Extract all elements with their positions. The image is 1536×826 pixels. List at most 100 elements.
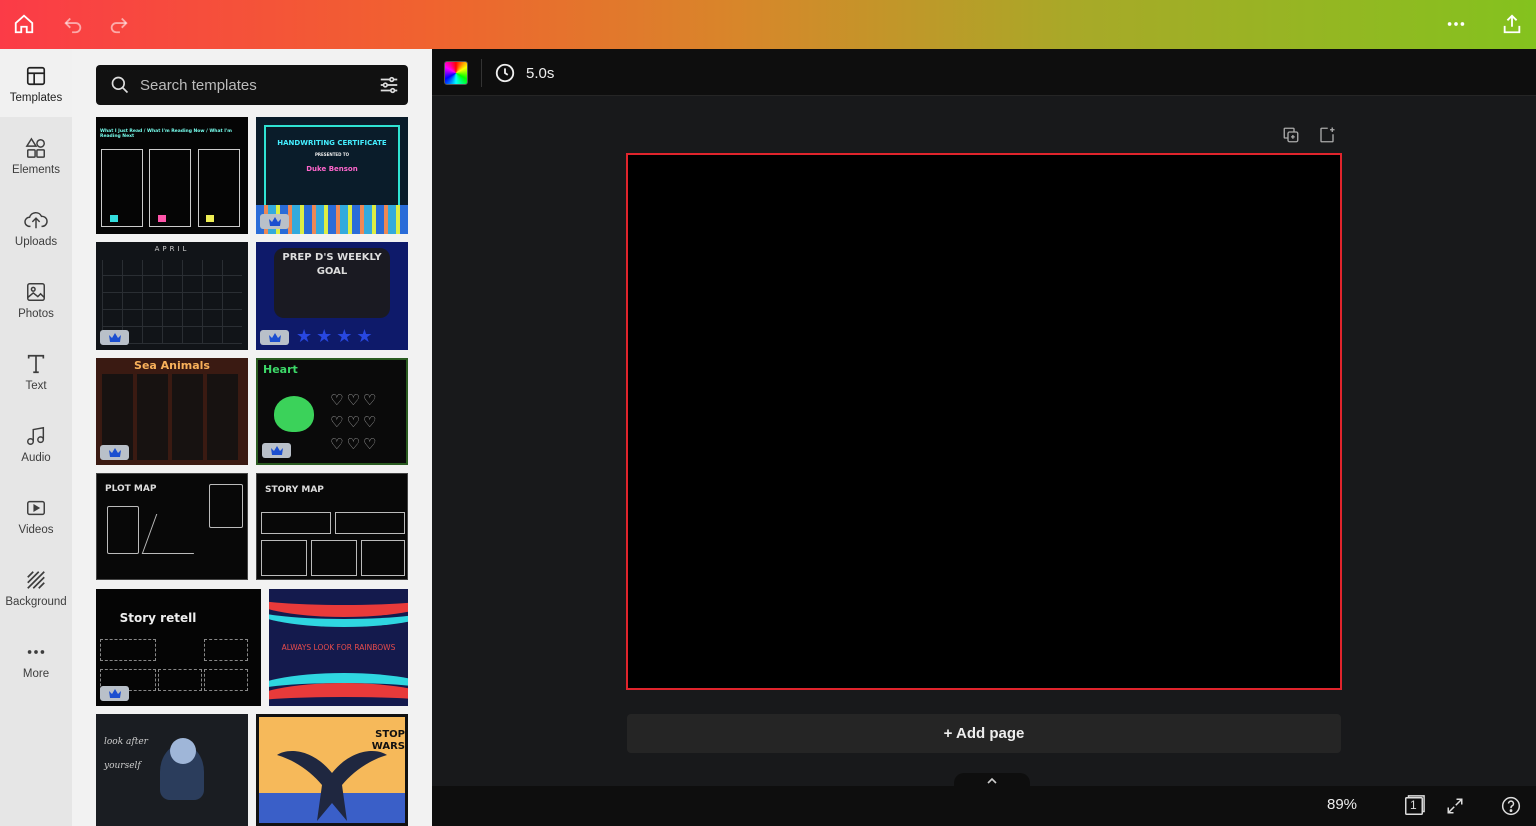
color-picker-button[interactable] bbox=[444, 61, 468, 85]
editor-area: 5.0s + Add page 89% 1 bbox=[432, 49, 1536, 826]
premium-badge bbox=[260, 330, 289, 345]
fullscreen-button[interactable] bbox=[1442, 794, 1468, 818]
crown-icon bbox=[268, 217, 281, 226]
template-card[interactable]: look after yourself bbox=[96, 714, 248, 826]
background-icon bbox=[27, 571, 45, 589]
template-card[interactable]: Sea Animals bbox=[96, 358, 248, 465]
template-card[interactable]: PREP D'S WEEKLY GOAL ★★★★ bbox=[256, 242, 408, 350]
help-icon bbox=[1501, 796, 1521, 816]
template-card[interactable]: Story retell bbox=[96, 589, 261, 706]
sidebar-item-audio[interactable]: Audio bbox=[0, 409, 72, 477]
help-button[interactable] bbox=[1498, 794, 1524, 818]
sidebar-item-photos[interactable]: Photos bbox=[0, 265, 72, 333]
sidebar-item-label: Templates bbox=[9, 92, 63, 104]
share-button[interactable] bbox=[1495, 8, 1529, 40]
template-title: HANDWRITING CERTIFICATE bbox=[277, 139, 387, 147]
template-card[interactable]: PLOT MAP bbox=[96, 473, 248, 580]
crown-icon bbox=[108, 448, 121, 457]
add-page-icon bbox=[1320, 127, 1335, 143]
template-card[interactable]: STOP WARS bbox=[256, 714, 408, 826]
photos-icon bbox=[27, 283, 45, 301]
page-count-button[interactable]: 1 bbox=[1401, 794, 1427, 818]
clock-icon bbox=[495, 63, 515, 83]
undo-button[interactable] bbox=[56, 8, 90, 40]
template-card[interactable]: APRIL bbox=[96, 242, 248, 350]
templates-icon bbox=[26, 66, 46, 86]
template-card[interactable]: HANDWRITING CERTIFICATE PRESENTED TO Duk… bbox=[256, 117, 408, 234]
home-icon bbox=[14, 14, 34, 34]
template-title: PLOT MAP bbox=[105, 484, 157, 494]
template-title: STORY MAP bbox=[265, 485, 324, 495]
premium-badge bbox=[100, 445, 129, 460]
templates-panel: What I Just Read / What I'm Reading Now … bbox=[72, 49, 432, 826]
template-card[interactable]: What I Just Read / What I'm Reading Now … bbox=[96, 117, 248, 234]
sidebar-item-label: Audio bbox=[21, 452, 51, 464]
home-button[interactable] bbox=[7, 8, 41, 40]
template-title: APRIL bbox=[154, 245, 190, 253]
sidebar-item-label: Uploads bbox=[14, 236, 58, 248]
sidebar-item-uploads[interactable]: Uploads bbox=[0, 193, 72, 261]
crown-icon bbox=[268, 333, 281, 342]
search-icon bbox=[111, 76, 129, 94]
audio-icon bbox=[27, 426, 45, 445]
videos-icon bbox=[27, 500, 45, 516]
text-icon bbox=[27, 354, 45, 374]
duration-button[interactable]: 5.0s bbox=[494, 62, 554, 84]
uploads-icon bbox=[24, 211, 48, 229]
more-icon bbox=[27, 650, 45, 654]
sidebar-item-elements[interactable]: Elements bbox=[0, 121, 72, 189]
template-card[interactable]: STORY MAP bbox=[256, 473, 408, 580]
sidebar-item-label: Text bbox=[25, 380, 47, 392]
share-icon bbox=[1503, 14, 1521, 34]
filter-icon[interactable] bbox=[378, 74, 400, 96]
template-title: PREP D'S WEEKLY GOAL bbox=[282, 252, 382, 277]
premium-badge bbox=[100, 686, 129, 701]
sidebar-item-label: Photos bbox=[18, 308, 54, 320]
search-bar bbox=[96, 65, 408, 105]
redo-button[interactable] bbox=[102, 8, 136, 40]
duration-label: 5.0s bbox=[526, 64, 555, 82]
template-title: Story retell bbox=[119, 611, 197, 625]
sidebar-item-label: More bbox=[22, 668, 50, 680]
premium-badge bbox=[260, 214, 289, 229]
sidebar-item-templates[interactable]: Templates bbox=[0, 49, 72, 117]
add-page-icon-button[interactable] bbox=[1315, 123, 1339, 147]
sidebar-item-label: Background bbox=[5, 596, 67, 608]
template-title: ALWAYS LOOK FOR RAINBOWS bbox=[281, 643, 396, 652]
premium-badge bbox=[100, 330, 129, 345]
search-input[interactable] bbox=[140, 76, 370, 94]
expand-icon bbox=[1447, 798, 1463, 814]
duplicate-page-button[interactable] bbox=[1279, 123, 1303, 147]
page-count: 1 bbox=[1410, 798, 1417, 812]
template-name: Duke Benson bbox=[306, 165, 358, 173]
crown-icon bbox=[108, 333, 121, 342]
design-canvas[interactable] bbox=[626, 153, 1342, 690]
top-bar bbox=[0, 0, 1536, 49]
sidebar-item-label: Elements bbox=[12, 164, 60, 176]
template-card[interactable]: ALWAYS LOOK FOR RAINBOWS bbox=[269, 589, 408, 706]
more-icon bbox=[1447, 22, 1465, 26]
left-sidebar: Templates Elements Uploads Photos Text A… bbox=[0, 49, 72, 826]
template-title: What I Just Read / What I'm Reading Now … bbox=[100, 129, 232, 139]
chevron-up-icon bbox=[987, 777, 997, 784]
crown-icon bbox=[270, 446, 283, 455]
template-title: Heart bbox=[263, 363, 298, 376]
sidebar-item-text[interactable]: Text bbox=[0, 337, 72, 405]
show-pages-button[interactable] bbox=[954, 773, 1030, 787]
duplicate-icon bbox=[1283, 127, 1299, 143]
sidebar-item-background[interactable]: Background bbox=[0, 553, 72, 621]
zoom-level[interactable]: 89% bbox=[1327, 796, 1357, 813]
template-title: look after yourself bbox=[104, 737, 148, 771]
template-title: Sea Animals bbox=[134, 359, 210, 372]
add-page-button[interactable]: + Add page bbox=[627, 714, 1341, 753]
redo-icon bbox=[110, 17, 128, 34]
more-options-button[interactable] bbox=[1439, 8, 1473, 40]
premium-badge bbox=[262, 443, 291, 458]
sidebar-item-videos[interactable]: Videos bbox=[0, 481, 72, 549]
template-card[interactable]: Heart ♡♡♡ ♡♡♡ ♡♡♡ bbox=[256, 358, 408, 465]
crown-icon bbox=[108, 689, 121, 698]
sidebar-item-more[interactable]: More bbox=[0, 625, 72, 693]
dove-icon bbox=[277, 750, 387, 821]
bottom-bar: 89% 1 bbox=[432, 786, 1536, 826]
undo-icon bbox=[64, 17, 82, 34]
